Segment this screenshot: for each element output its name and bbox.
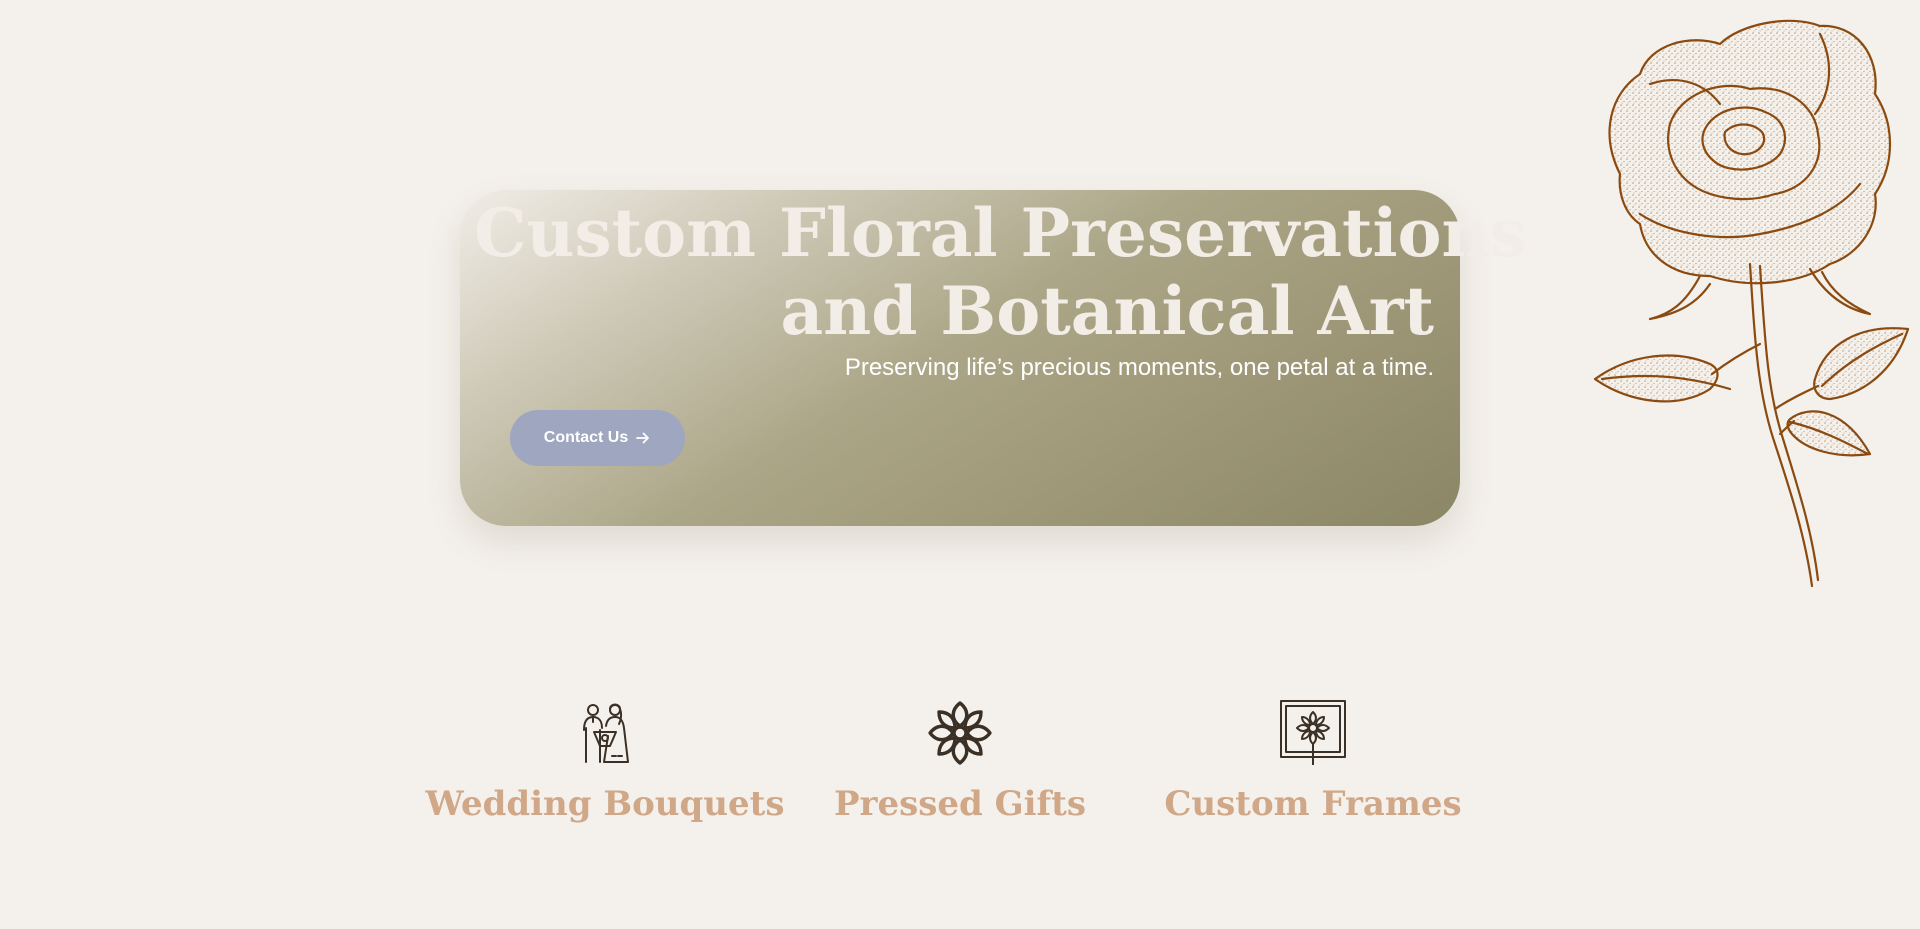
contact-us-button[interactable]: Contact Us: [510, 410, 685, 466]
wedding-couple-icon: [583, 703, 629, 763]
hero-title-line-2: and Botanical Art: [780, 272, 1434, 350]
hero-title: Custom Floral Preservations and Botanica…: [474, 194, 1527, 350]
hero-subtitle: Preserving life’s precious moments, one …: [844, 354, 1434, 381]
contact-us-label: Contact Us: [543, 429, 629, 446]
service-title: Pressed Gifts: [833, 784, 1087, 824]
service-title: Wedding Bouquets: [425, 784, 785, 824]
rose-illustration: [1593, 19, 1910, 588]
arrow-right-icon: [636, 432, 650, 444]
service-custom-frames[interactable]: Custom Frames: [1163, 700, 1463, 850]
flower-icon: [928, 701, 992, 765]
service-pressed-gifts[interactable]: Pressed Gifts: [810, 700, 1110, 850]
service-wedding-bouquets[interactable]: Wedding Bouquets: [426, 700, 784, 850]
hero-card: Custom Floral Preservations and Botanica…: [460, 190, 1527, 526]
service-title: Custom Frames: [1164, 784, 1462, 824]
framed-flower-icon: [1280, 700, 1346, 765]
hero-title-line-1: Custom Floral Preservations: [474, 194, 1527, 272]
